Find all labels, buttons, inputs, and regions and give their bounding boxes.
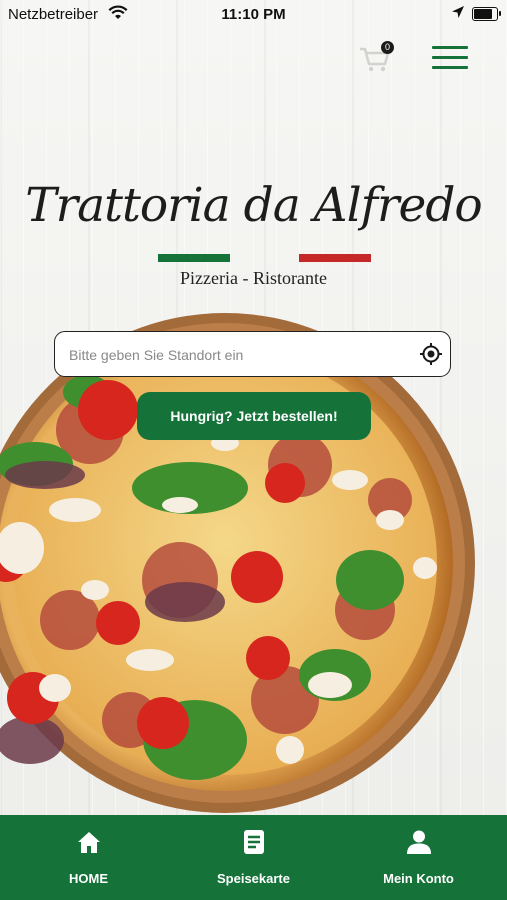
tab-speisekarte[interactable]: Speisekarte [169, 815, 338, 900]
brand-logo: Trattoria da Alfredo [25, 178, 482, 233]
cart-count-badge: 0 [381, 41, 394, 54]
hamburger-menu-icon[interactable] [432, 46, 468, 72]
account-icon [407, 830, 431, 854]
location-search-field[interactable] [54, 331, 451, 377]
locate-icon[interactable] [419, 342, 443, 366]
flag-red-stripe [299, 254, 371, 262]
home-icon [78, 832, 100, 853]
location-search-input[interactable] [67, 332, 411, 377]
tab-home[interactable]: HOME [4, 815, 173, 900]
tab-speisekarte-label: Speisekarte [217, 871, 290, 886]
order-now-button[interactable]: Hungrig? Jetzt bestellen! [137, 392, 371, 440]
menu-card-icon [244, 830, 264, 854]
status-bar: Netzbetreiber 11:10 PM [0, 0, 507, 28]
tab-home-label: HOME [69, 871, 108, 886]
clock: 11:10 PM [221, 6, 286, 23]
bottom-navigation: HOME Speisekarte Mein Konto [0, 815, 507, 900]
tab-mein-konto-label: Mein Konto [383, 871, 454, 886]
flag-green-stripe [158, 254, 230, 262]
battery-icon [472, 7, 501, 21]
location-arrow-icon [452, 6, 464, 18]
tab-mein-konto[interactable]: Mein Konto [334, 815, 503, 900]
